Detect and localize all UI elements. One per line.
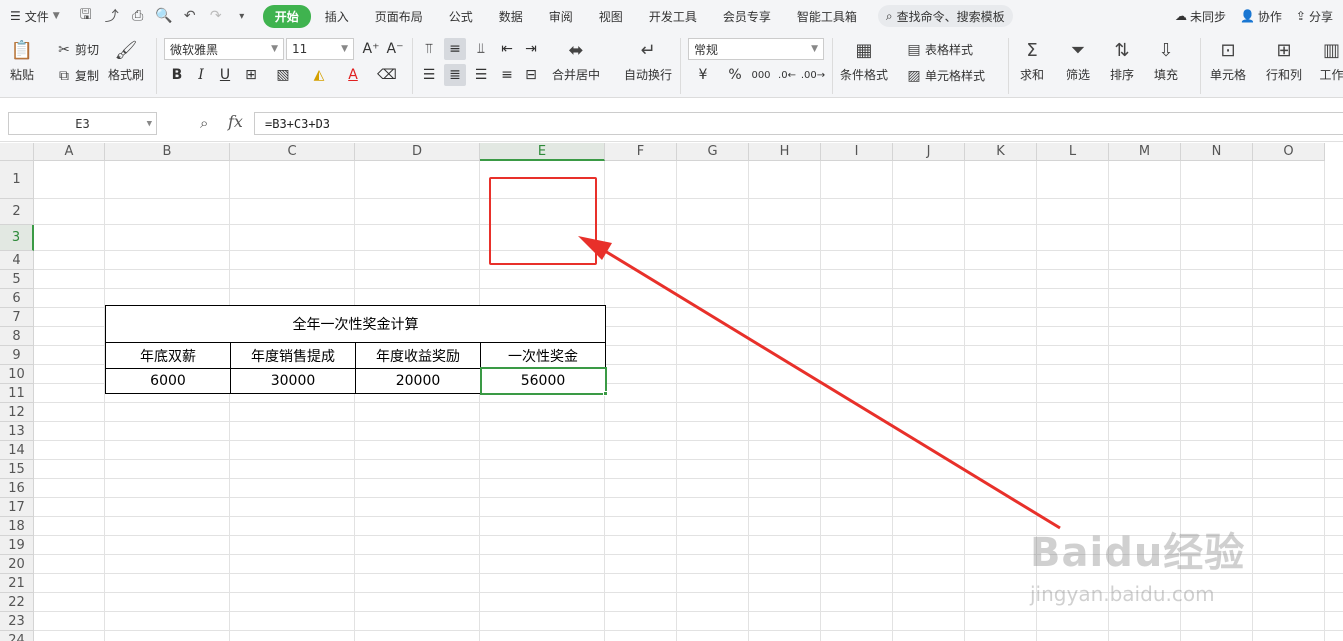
arrow-head [578, 236, 612, 260]
watermark-logo: Baidu经验 [1030, 530, 1246, 576]
watermark-url: jingyan.baidu.com [1030, 582, 1215, 606]
arrow-line [599, 246, 1061, 530]
